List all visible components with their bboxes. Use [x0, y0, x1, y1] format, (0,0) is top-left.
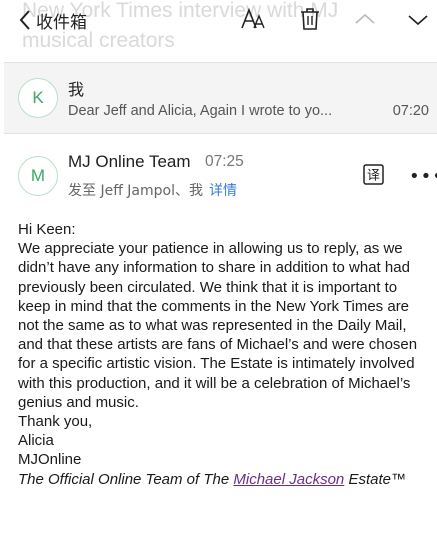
signature-line: The Official Online Team of The Michael … [18, 470, 430, 489]
collapsed-message[interactable]: K 我 Dear Jeff and Alicia, Again I wrote … [4, 62, 437, 134]
sender-name[interactable]: MJ Online Team [68, 152, 191, 172]
collapsed-sender: 我 [68, 80, 85, 99]
back-button[interactable]: 收件箱 [18, 5, 87, 35]
recipients: 发至 Jeff Jampol、我 [68, 183, 203, 199]
top-toolbar: New York Times interview with MJ musical… [0, 0, 437, 54]
translate-label: 译 [367, 169, 380, 184]
signature-prefix: The Official Online Team of The [18, 470, 234, 488]
trash-icon[interactable] [297, 6, 323, 32]
greeting: Hi Keen: [18, 221, 76, 238]
recipients-line: 发至 Jeff Jampol、我 详情 [68, 180, 237, 200]
chevron-up-icon[interactable] [352, 6, 378, 32]
font-size-icon[interactable] [240, 6, 266, 32]
message-time: 07:25 [205, 153, 244, 170]
signature-link[interactable]: Michael Jackson [233, 471, 344, 488]
closing: Thank you, [18, 413, 93, 431]
signature-name: MJOnline [18, 451, 82, 469]
more-icon[interactable]: ••• [409, 168, 437, 186]
collapsed-preview: Dear Jeff and Alicia, Again I wrote to y… [68, 103, 333, 119]
chevron-down-icon[interactable] [405, 6, 431, 32]
closing-name: Alicia [18, 432, 54, 450]
signature-suffix: Estate™ [344, 470, 406, 488]
message-body: Hi Keen: We appreciate your patience in … [18, 220, 430, 489]
avatar: K [18, 78, 58, 118]
details-link[interactable]: 详情 [209, 183, 237, 199]
back-label: 收件箱 [36, 12, 87, 33]
avatar: M [18, 156, 58, 196]
chevron-left-icon [19, 10, 30, 30]
body-paragraph: We appreciate your patience in allowing … [18, 240, 418, 411]
message-header: M MJ Online Team 07:25 发至 Jeff Jampol、我详… [0, 140, 437, 215]
collapsed-time: 07:20 [392, 103, 429, 119]
translate-icon[interactable]: 译 [362, 163, 386, 187]
